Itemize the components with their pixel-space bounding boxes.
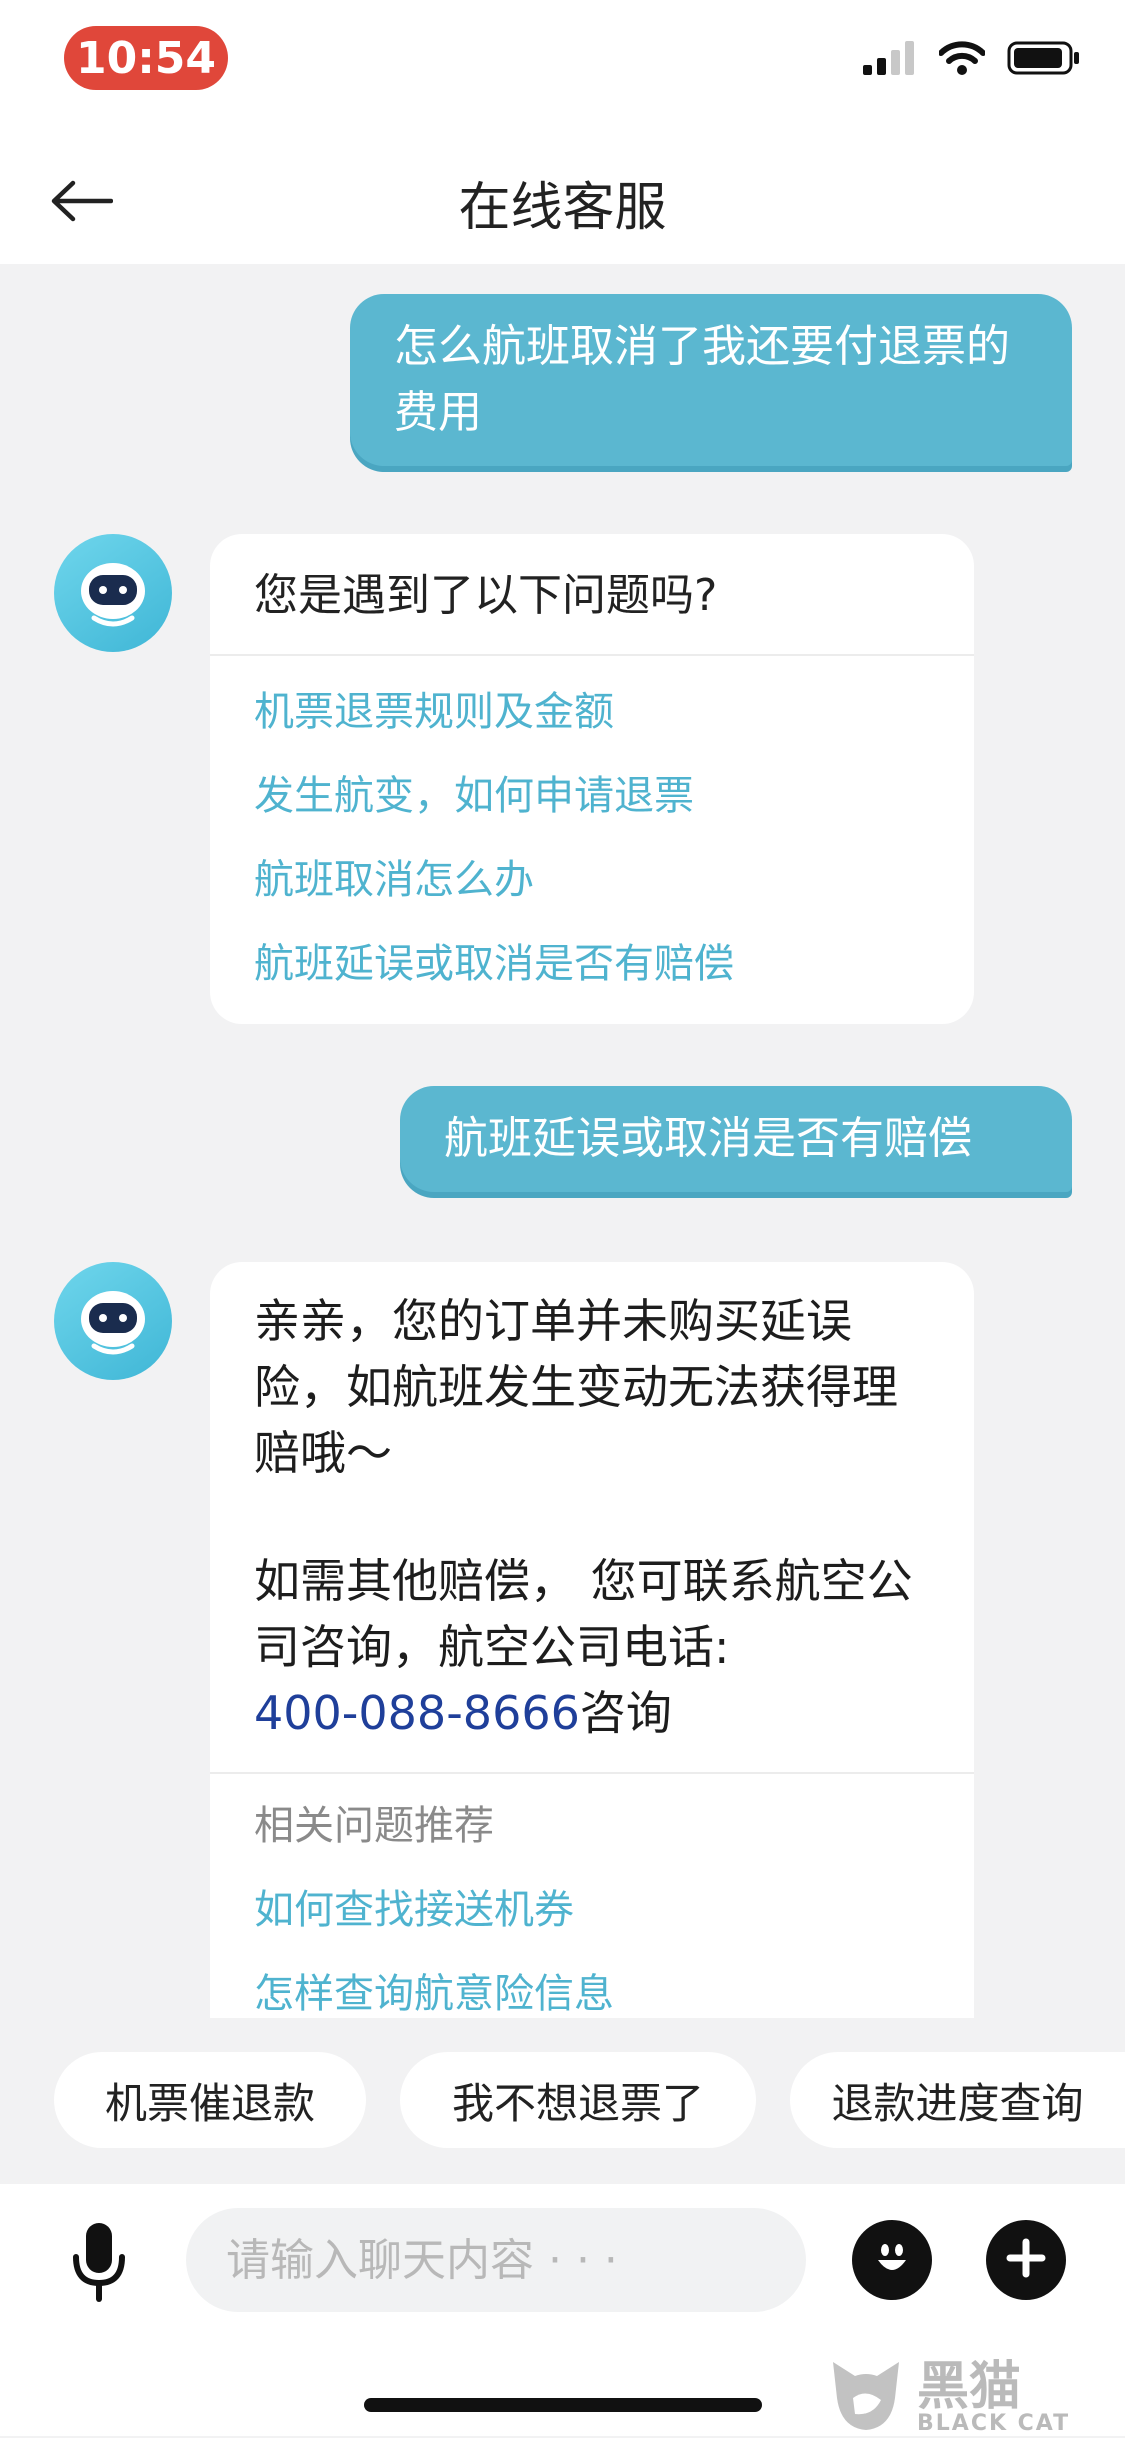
user-message-bubble: 航班延误或取消是否有赔偿	[400, 1086, 1072, 1192]
cat-logo-icon	[825, 2358, 907, 2438]
robot-icon	[81, 1291, 145, 1355]
bot-question-text: 您是遇到了以下问题吗?	[254, 570, 718, 621]
user-message-text: 航班延误或取消是否有赔偿	[444, 1113, 972, 1164]
quick-reply-chip[interactable]: 机票催退款	[54, 2052, 366, 2148]
option-link-flight-change-refund[interactable]: 发生航变，如何申请退票	[210, 768, 974, 824]
status-bar: 10:54	[0, 0, 1125, 140]
option-link-flight-cancelled[interactable]: 航班取消怎么办	[210, 852, 974, 908]
microphone-icon	[71, 2221, 127, 2307]
option-link-compensation[interactable]: 航班延误或取消是否有赔偿	[210, 936, 974, 992]
bot-answer-paragraph-2-text: 如需其他赔偿， 您可联系航空公司咨询，航空公司电话:	[254, 1554, 913, 1674]
quick-reply-chip[interactable]: 我不想退票了	[400, 2052, 756, 2148]
bot-avatar	[54, 534, 172, 652]
status-time: 10:54	[64, 26, 228, 90]
plus-icon	[1006, 2238, 1046, 2282]
bot-answer-paragraph-2: 如需其他赔偿， 您可联系航空公司咨询，航空公司电话: 400-088-8666咨…	[210, 1486, 974, 1746]
user-message-bubble: 怎么航班取消了我还要付退票的费用	[350, 294, 1072, 466]
watermark-text-cn: 黑猫	[917, 2357, 1022, 2417]
bot-question-card: 您是遇到了以下问题吗? 机票退票规则及金额 发生航变，如何申请退票 航班取消怎么…	[210, 534, 974, 1024]
status-icons	[863, 40, 1081, 80]
watermark-text-en: BLACK CAT	[917, 2411, 1071, 2436]
emoji-button[interactable]	[852, 2220, 932, 2300]
smiley-icon	[870, 2236, 914, 2284]
navigation-header: 在线客服	[0, 140, 1125, 264]
page-title: 在线客服	[458, 177, 667, 238]
related-link-insurance-info[interactable]: 怎样查询航意险信息	[210, 1966, 974, 2018]
more-options-button[interactable]	[986, 2220, 1066, 2300]
quick-reply-chip[interactable]: 退款进度查询	[790, 2052, 1125, 2148]
phone-suffix-text: 咨询	[579, 1686, 672, 1740]
black-cat-watermark: 黑猫 BLACK CAT	[825, 2360, 1125, 2436]
wifi-icon	[938, 41, 986, 79]
card-divider	[210, 654, 974, 656]
home-indicator	[364, 2398, 762, 2412]
battery-icon	[1007, 41, 1081, 79]
signal-icon	[863, 41, 917, 79]
related-questions-title: 相关问题推荐	[254, 1803, 494, 1849]
back-arrow-icon	[49, 179, 114, 227]
airline-phone-link[interactable]: 400-088-8666	[254, 1686, 580, 1740]
related-link-pickup-voucher[interactable]: 如何查找接送机券	[210, 1882, 974, 1938]
chat-input[interactable]	[186, 2208, 806, 2312]
bot-avatar	[54, 1262, 172, 1380]
option-link-refund-rules[interactable]: 机票退票规则及金额	[210, 684, 974, 740]
bot-answer-card: 亲亲，您的订单并未购买延误险，如航班发生变动无法获得理赔哦～ 如需其他赔偿， 您…	[210, 1262, 974, 2018]
back-button[interactable]	[36, 168, 126, 238]
robot-icon	[81, 563, 145, 627]
bot-answer-paragraph-1: 亲亲，您的订单并未购买延误险，如航班发生变动无法获得理赔哦～	[254, 1294, 898, 1480]
voice-input-button[interactable]	[62, 2220, 136, 2308]
user-message-text: 怎么航班取消了我还要付退票的费用	[394, 321, 1010, 438]
